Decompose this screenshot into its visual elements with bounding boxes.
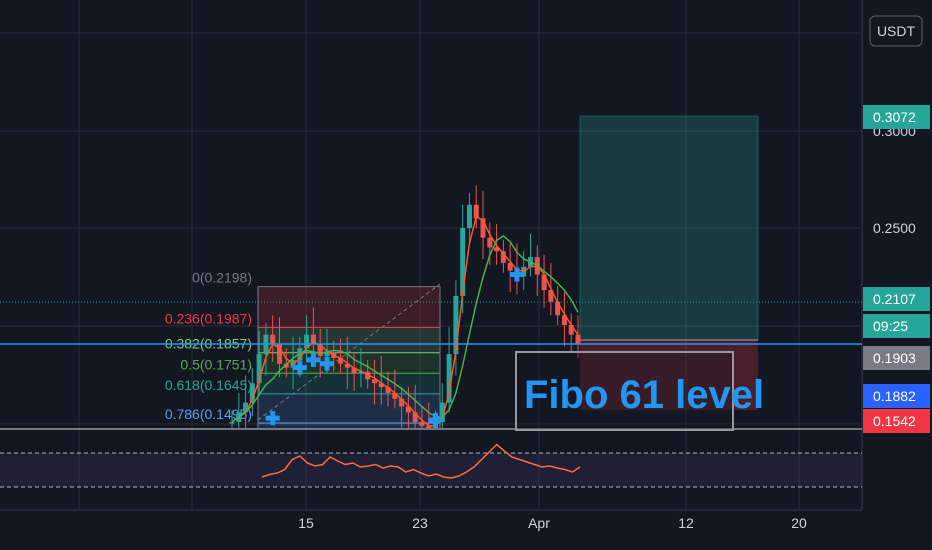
fib-band <box>258 327 440 353</box>
fib-retracement[interactable]: 0(0.2198)0.236(0.1987)0.382(0.1857)0.5(0… <box>165 270 441 428</box>
candle-body <box>270 334 276 345</box>
candle-body <box>229 422 235 424</box>
price-tag-label: 0.1903 <box>873 350 916 366</box>
price-tags: 0.3072 0.2107 09:25 0.1903 0.1882 0.1542 <box>863 105 930 433</box>
fib-band <box>258 286 440 328</box>
time-tick-label: 23 <box>412 515 428 531</box>
time-tick-label: 20 <box>791 515 807 531</box>
fib-level-label: 0.236(0.1987) <box>165 311 252 327</box>
fib-level-label: 0.5(0.1751) <box>180 356 252 372</box>
candle-body <box>466 204 472 228</box>
annotation-text: Fibo 61 level <box>524 373 764 417</box>
candle-body <box>460 228 466 296</box>
candle-body <box>575 334 581 345</box>
chart-canvas[interactable]: 0(0.2198)0.236(0.1987)0.382(0.1857)0.5(0… <box>0 0 932 550</box>
fib-level-label: 0.618(0.1645) <box>165 377 252 393</box>
time-tick-label: Apr <box>528 515 550 531</box>
fib-level-label: 0(0.2198) <box>192 270 252 286</box>
svg-text:USDT: USDT <box>877 23 916 39</box>
fib-band <box>258 422 440 428</box>
candle-body <box>487 237 493 248</box>
price-tag-label: 0.2107 <box>873 291 916 307</box>
price-tag-label: 0.3072 <box>873 109 916 125</box>
time-tick-label: 15 <box>298 515 314 531</box>
price-tick-label: 0.2500 <box>873 220 916 236</box>
price-tag-label: 0.1882 <box>873 388 916 404</box>
oscillator-band <box>0 453 862 487</box>
fib-band <box>258 373 440 394</box>
price-tag-label: 0.1542 <box>873 413 916 429</box>
position-target-zone[interactable] <box>579 115 759 341</box>
price-tag-label: 09:25 <box>873 318 908 334</box>
time-tick-label: 12 <box>678 515 694 531</box>
currency-badge[interactable]: USDT <box>869 15 923 47</box>
candle-body <box>419 422 425 426</box>
